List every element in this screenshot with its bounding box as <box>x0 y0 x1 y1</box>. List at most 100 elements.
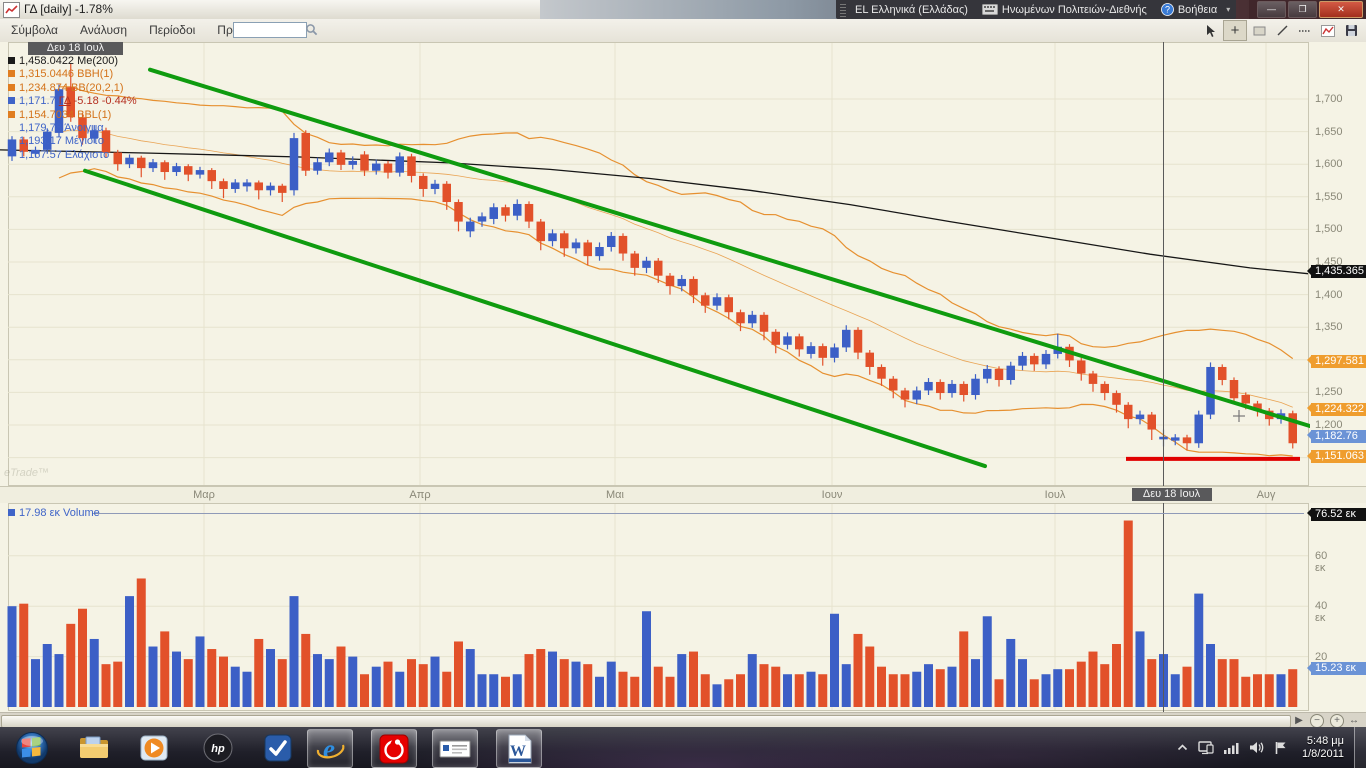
window-title: ΓΔ [daily] -1.78% <box>24 2 113 16</box>
application-window: ΓΔ [daily] -1.78% EL Ελληνικά (Ελλάδας) Η… <box>0 0 1366 768</box>
minimize-button[interactable]: — <box>1257 1 1286 18</box>
hp-icon: hp <box>203 733 233 763</box>
price-badge: 1,182.76 <box>1311 430 1366 443</box>
volume-tick-label: 60 εκ <box>1315 550 1327 574</box>
svg-text:?: ? <box>1165 5 1170 15</box>
cursor-date-chip: Δευ 18 Ιουλ <box>1132 488 1212 501</box>
cursor-date-header: Δευ 18 Ιουλ <box>28 42 123 55</box>
svg-text:e: e <box>323 734 335 764</box>
close-button[interactable]: ✕ <box>1319 1 1363 18</box>
legend-row: 1,179.78 Άνοιγμα <box>8 122 137 135</box>
language-bar-options[interactable]: ▾ <box>1226 5 1230 14</box>
chart-legend: 1,458.0422 Me(200)1,315.0446 BBH(1)1,234… <box>8 55 137 162</box>
taskbar-trading-app[interactable] <box>432 729 478 768</box>
trading-app-icon <box>439 738 471 760</box>
menu-Περίοδοι[interactable]: Περίοδοι <box>138 19 206 37</box>
price-badge: 1,224.322 <box>1311 403 1366 416</box>
legend-text: -5.18 -0.44% <box>71 95 137 107</box>
price-chart-pane[interactable]: Δευ 18 Ιουλ 1,458.0422 Me(200)1,315.0446… <box>0 42 1366 486</box>
fit-range-button[interactable]: ↔ <box>1346 714 1362 727</box>
taskbar-start[interactable] <box>10 729 54 766</box>
menubar: ΣύμβολαΑνάλυσηΠερίοδοιΠροβολή + <box>0 19 1366 43</box>
chevron-up-icon[interactable] <box>1177 743 1188 752</box>
app-chart-icon[interactable] <box>3 2 20 18</box>
volume-pane[interactable]: 17.98 εκ Volume 60 εκ40 εκ20 εκ76.52 εκ1… <box>0 503 1366 712</box>
explorer-icon <box>78 735 110 761</box>
action-center-flag-icon[interactable] <box>1274 741 1287 755</box>
start-icon <box>15 731 49 765</box>
volume-chart-canvas[interactable] <box>0 503 1310 712</box>
month-label: Αυγ <box>1257 489 1276 501</box>
language-bar-label: Ηνωμένων Πολιτειών-Διεθνής <box>1002 4 1147 16</box>
legend-text: ΓΔ <box>59 95 71 107</box>
dotted-line-icon[interactable] <box>1294 21 1316 40</box>
internet-explorer-icon: e <box>314 734 346 764</box>
taskbar-word[interactable]: W <box>496 729 542 768</box>
price-tick-label: 1,400 <box>1315 289 1343 301</box>
taskbar: hp e W 5:48 μμ 1/8/2011 <box>0 727 1366 768</box>
legend-row: 1,171.7 ΓΔ -5.18 -0.44% <box>8 95 137 108</box>
legend-bullet <box>8 97 15 104</box>
tray-icons <box>1172 741 1292 755</box>
line-icon[interactable] <box>1271 21 1293 40</box>
rectangle-icon[interactable] <box>1248 21 1270 40</box>
month-label: Ιουν <box>822 489 843 501</box>
vodafone-icon <box>379 734 409 764</box>
symbol-search-input[interactable] <box>233 22 307 38</box>
system-tray: 5:48 μμ 1/8/2011 <box>1172 727 1352 768</box>
month-label: Ιουλ <box>1045 489 1066 501</box>
chart-icon[interactable] <box>1317 21 1339 40</box>
price-badge: 1,435.365 <box>1311 265 1366 278</box>
price-chart-canvas[interactable] <box>0 42 1310 486</box>
price-tick-label: 1,650 <box>1315 126 1343 138</box>
taskbar-media-player[interactable] <box>132 729 176 766</box>
taskbar-check-app[interactable] <box>256 729 300 766</box>
legend-row: 1,193.17 Μέγιστο <box>8 135 137 148</box>
language-bar-label: Βοήθεια <box>1178 4 1217 16</box>
check-app-icon <box>263 733 293 763</box>
legend-row: 1,154.7034 BBL(1) <box>8 109 137 122</box>
language-bar-item[interactable]: Ηνωμένων Πολιτειών-Διεθνής <box>982 4 1147 16</box>
remote-desktop-icon[interactable] <box>1198 741 1214 755</box>
language-bar-label: EL Ελληνικά (Ελλάδας) <box>855 4 968 16</box>
taskbar-hp[interactable]: hp <box>196 729 240 766</box>
price-badge: 1,297.581 <box>1311 355 1366 368</box>
save-icon[interactable] <box>1340 21 1362 40</box>
volume-badge: 15.23 εκ <box>1311 662 1366 675</box>
word-icon: W <box>505 734 533 764</box>
month-label: Μαρ <box>193 489 215 501</box>
watermark: eTrade™ <box>4 467 49 479</box>
menu-Ανάλυση[interactable]: Ανάλυση <box>69 19 138 37</box>
network-icon[interactable] <box>1224 742 1239 754</box>
titlebar[interactable]: ΓΔ [daily] -1.78% EL Ελληνικά (Ελλάδας) Η… <box>0 0 1366 20</box>
legend-row: 1,458.0422 Me(200) <box>8 55 137 68</box>
crosshair-icon[interactable]: + <box>1223 20 1247 41</box>
volume-pane-divider <box>92 513 1304 514</box>
keyboard-icon <box>982 4 998 15</box>
taskbar-internet-explorer[interactable]: e <box>307 729 353 768</box>
taskbar-explorer[interactable] <box>72 729 116 766</box>
language-bar-item[interactable]: ? Βοήθεια <box>1161 3 1217 16</box>
zoom-out-button[interactable]: − <box>1310 714 1324 728</box>
language-bar[interactable]: EL Ελληνικά (Ελλάδας) Ηνωμένων Πολιτειών-… <box>836 0 1236 19</box>
legend-text: 1,315.0446 BBH(1) <box>19 68 113 80</box>
month-label: Μαι <box>606 489 624 501</box>
svg-text:W: W <box>510 743 526 760</box>
scroll-right-button[interactable]: ▶ <box>1291 714 1307 727</box>
clock-date: 1/8/2011 <box>1302 748 1344 761</box>
menu-Σύμβολα[interactable]: Σύμβολα <box>0 19 69 37</box>
language-bar-item[interactable]: EL Ελληνικά (Ελλάδας) <box>855 4 968 16</box>
zoom-in-button[interactable]: + <box>1330 714 1344 728</box>
show-desktop-button[interactable] <box>1354 727 1366 768</box>
legend-row: 1,315.0446 BBH(1) <box>8 68 137 81</box>
window-controls: —❐✕ <box>1249 0 1366 19</box>
taskbar-vodafone[interactable] <box>371 729 417 768</box>
cursor-icon[interactable] <box>1200 21 1222 40</box>
language-bar-grip[interactable] <box>840 3 846 17</box>
volume-icon[interactable] <box>1249 741 1264 754</box>
taskbar-clock[interactable]: 5:48 μμ 1/8/2011 <box>1302 735 1344 761</box>
maximize-button[interactable]: ❐ <box>1288 1 1317 18</box>
search-icon[interactable] <box>305 23 318 36</box>
legend-bullet <box>8 111 15 118</box>
horizontal-scroll-strip: ▶ − + ↔ <box>0 712 1366 728</box>
